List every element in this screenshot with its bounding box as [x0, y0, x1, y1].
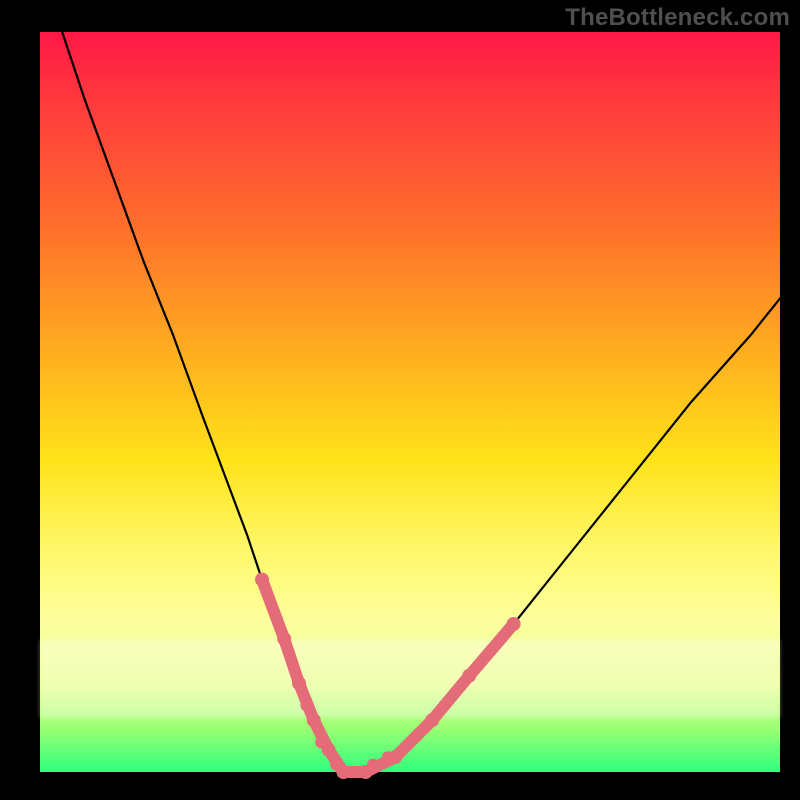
curve-highlight-band [255, 573, 521, 779]
highlight-dot [411, 729, 423, 741]
highlight-segment [432, 676, 469, 720]
plot-area [40, 32, 780, 772]
highlight-dot [315, 736, 327, 748]
highlight-segment [469, 624, 513, 676]
highlight-dot [300, 699, 312, 711]
highlight-segment [262, 580, 284, 639]
highlight-dot [507, 617, 521, 631]
chart-svg [40, 32, 780, 772]
highlight-segment [284, 639, 299, 683]
chart-frame: TheBottleneck.com [0, 0, 800, 800]
bottleneck-curve [62, 32, 780, 772]
highlight-dot [330, 759, 342, 771]
watermark-text: TheBottleneck.com [565, 4, 790, 32]
highlight-dot [382, 751, 394, 763]
highlight-dot [367, 759, 379, 771]
highlight-dot [352, 766, 364, 778]
